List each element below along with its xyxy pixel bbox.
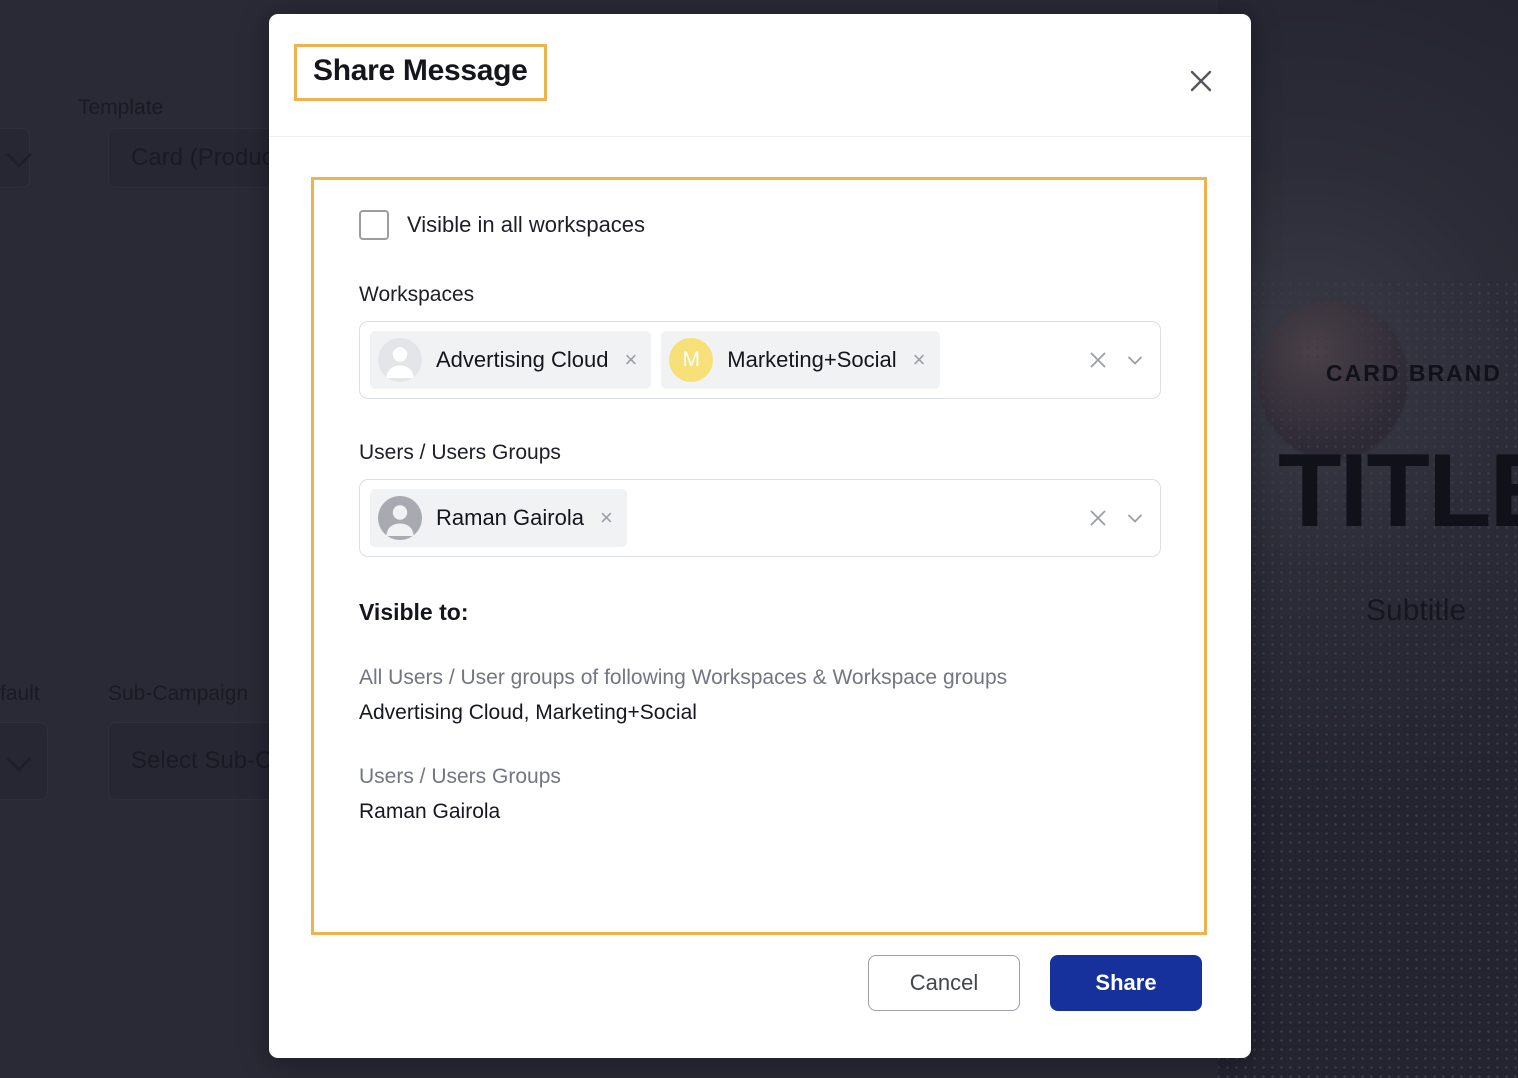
- visible-in-all-workspaces-checkbox[interactable]: [359, 210, 389, 240]
- close-icon: [1190, 70, 1212, 92]
- card-preview-subtitle: Subtitle: [1366, 594, 1467, 627]
- chevron-down-icon[interactable]: [1124, 349, 1146, 371]
- clear-icon[interactable]: [1088, 350, 1108, 370]
- visible-in-all-workspaces-label: Visible in all workspaces: [407, 212, 646, 237]
- visible-to-workspaces-value: Advertising Cloud, Marketing+Social: [359, 701, 697, 724]
- background-label-default: fault: [0, 682, 40, 705]
- background-label-template: Template: [78, 96, 164, 119]
- initial-avatar: M: [669, 338, 714, 382]
- chip-remove-icon[interactable]: ×: [911, 349, 928, 371]
- chip-remove-icon[interactable]: ×: [598, 507, 615, 529]
- chip-label: Advertising Cloud: [436, 347, 609, 372]
- chip-label: Marketing+Social: [727, 347, 897, 372]
- page-title: Share Message: [313, 54, 528, 87]
- dialog-footer: Cancel Share: [269, 938, 1251, 1058]
- workspaces-select[interactable]: Advertising Cloud × M Marketing+Social ×: [359, 321, 1161, 399]
- workspace-chip-marketing-social[interactable]: M Marketing+Social ×: [661, 331, 940, 389]
- avatar-initial: M: [682, 348, 701, 371]
- background-label-sub-campaign: Sub-Campaign: [108, 682, 249, 705]
- workspace-chip-advertising-cloud[interactable]: Advertising Cloud ×: [370, 331, 652, 389]
- dialog-body: Visible in all workspaces Workspaces Adv…: [269, 137, 1251, 938]
- visible-to-heading: Visible to:: [359, 599, 469, 625]
- visible-to-users-value: Raman Gairola: [359, 800, 501, 823]
- visible-in-all-workspaces-row[interactable]: Visible in all workspaces: [359, 210, 1161, 240]
- clear-icon[interactable]: [1088, 508, 1108, 528]
- visible-to-workspaces-caption: All Users / User groups of following Wor…: [359, 666, 1008, 689]
- person-icon: [378, 496, 422, 540]
- chevron-down-icon[interactable]: [1124, 507, 1146, 529]
- chip-remove-icon[interactable]: ×: [622, 349, 639, 371]
- share-button[interactable]: Share: [1050, 955, 1202, 1011]
- close-button[interactable]: [1181, 61, 1221, 101]
- visible-to-users-caption: Users / Users Groups: [359, 765, 561, 788]
- workspaces-select-actions: [1088, 349, 1146, 371]
- chip-label: Raman Gairola: [436, 505, 584, 530]
- users-groups-label: Users / Users Groups: [359, 441, 561, 464]
- workspaces-label: Workspaces: [359, 283, 475, 306]
- page-title-highlight: Share Message: [294, 44, 547, 101]
- user-chip-raman-gairola[interactable]: Raman Gairola ×: [370, 489, 627, 547]
- person-icon: [378, 338, 422, 382]
- users-groups-select[interactable]: Raman Gairola ×: [359, 479, 1161, 557]
- share-message-dialog: Share Message Visible in all workspaces …: [269, 14, 1251, 1058]
- users-select-actions: [1088, 507, 1146, 529]
- dialog-header: Share Message: [269, 14, 1251, 137]
- card-preview-title: TITLE: [1278, 433, 1518, 549]
- card-preview-texture: [1218, 280, 1518, 1078]
- card-preview-brand: CARD BRAND: [1326, 360, 1502, 386]
- cancel-button[interactable]: Cancel: [868, 955, 1020, 1011]
- background-card-preview: CARD BRAND TITLE Subtitle: [1218, 0, 1518, 1078]
